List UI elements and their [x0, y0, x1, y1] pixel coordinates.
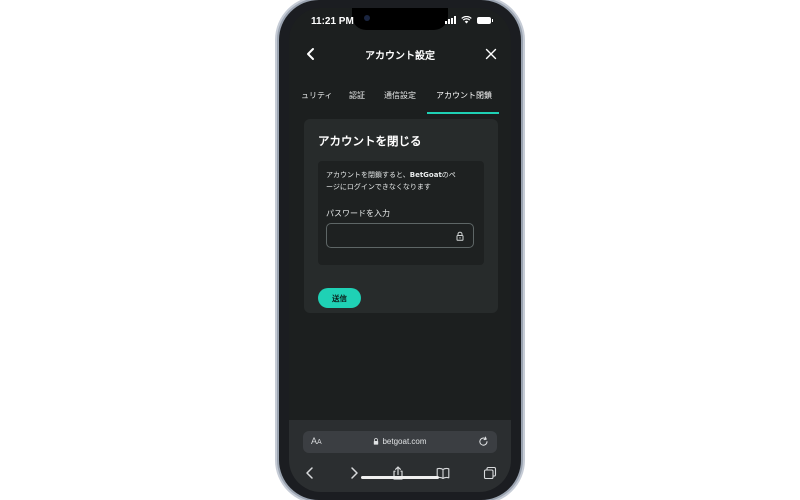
power-button — [521, 136, 524, 180]
reload-icon[interactable] — [478, 436, 489, 447]
signal-icon — [445, 16, 456, 24]
settings-tabs: ュリティ 認証 通信設定 アカウント閉鎖 — [289, 88, 511, 110]
lock-icon — [456, 231, 464, 241]
phone-screen: 11:21 PM アカウント設定 ュリティ 認証 通信設定 アカウント閉鎖 アカ… — [289, 8, 511, 492]
status-icons — [445, 16, 493, 24]
password-field-wrapper — [326, 223, 474, 248]
address-bar[interactable]: AA betgoat.com — [303, 431, 497, 453]
home-indicator — [361, 476, 439, 479]
tab-account-closure[interactable]: アカウント閉鎖 — [436, 90, 492, 101]
password-input[interactable] — [333, 228, 457, 245]
brand-name: BetGoat — [409, 171, 442, 179]
browser-back-icon[interactable] — [303, 466, 317, 480]
active-tab-indicator — [427, 112, 499, 114]
submit-button[interactable]: 送信 — [318, 288, 361, 308]
url-display: betgoat.com — [303, 437, 497, 446]
password-label: パスワードを入力 — [326, 209, 390, 218]
page-title: アカウント設定 — [365, 51, 435, 62]
app-header: アカウント設定 — [289, 40, 511, 70]
secure-lock-icon — [374, 438, 379, 445]
tab-communication-settings[interactable]: 通信設定 — [384, 90, 416, 101]
browser-nav-row — [289, 464, 511, 484]
description-text-line2: ージにログインできなくなります — [326, 183, 431, 191]
card-title: アカウントを閉じる — [318, 134, 422, 148]
wifi-icon — [461, 16, 472, 24]
tabs-icon[interactable] — [483, 466, 497, 480]
notch — [352, 8, 448, 30]
tab-verification[interactable]: 認証 — [349, 90, 365, 101]
description-text-end: のペ — [441, 171, 456, 179]
tab-security[interactable]: ュリティ — [301, 90, 333, 101]
status-time: 11:21 PM — [311, 16, 354, 27]
close-account-description: アカウントを閉鎖すると、BetGoatのペ ージにログインできなくなります — [326, 169, 478, 193]
battery-icon — [477, 16, 493, 24]
browser-forward-icon[interactable] — [347, 466, 361, 480]
close-account-panel: アカウントを閉鎖すると、BetGoatのペ ージにログインできなくなります パス… — [318, 161, 484, 265]
close-icon[interactable] — [483, 46, 499, 62]
camera-icon — [364, 15, 370, 21]
browser-toolbar: AA betgoat.com — [289, 420, 511, 492]
url-text: betgoat.com — [382, 437, 427, 446]
close-account-card: アカウントを閉じる アカウントを閉鎖すると、BetGoatのペ ージにログインで… — [304, 119, 498, 313]
description-text: アカウントを閉鎖すると、 — [326, 171, 410, 179]
